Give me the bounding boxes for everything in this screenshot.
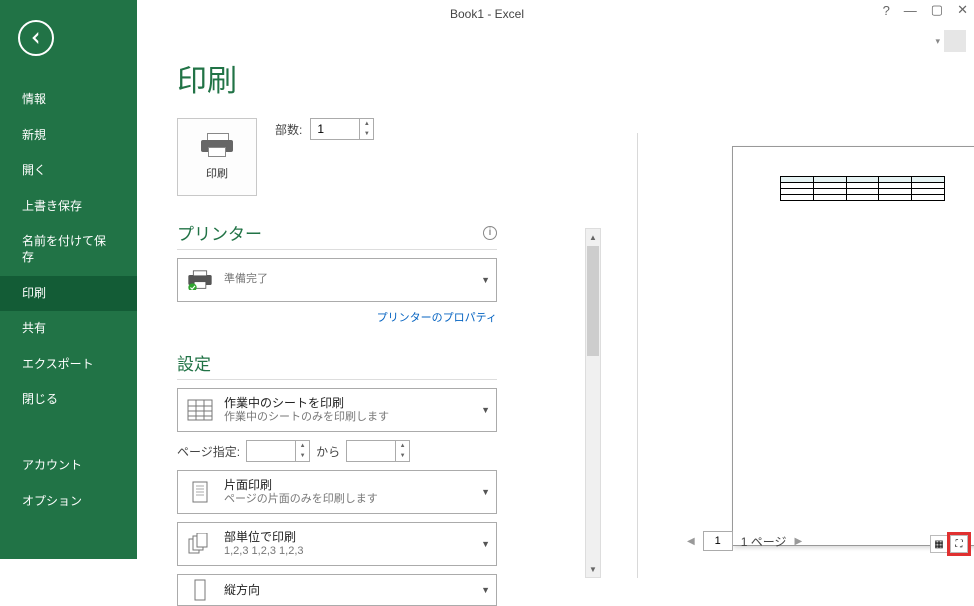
settings-scrollbar[interactable]: ▲ ▼	[585, 228, 601, 578]
nav-item-close[interactable]: 閉じる	[0, 382, 137, 418]
back-button[interactable]	[18, 20, 54, 56]
backstage-main: 印刷 印刷 部数: ▲ ▼ プリンター i	[137, 28, 974, 559]
collate-selector[interactable]: 部単位で印刷 1,2,3 1,2,3 1,2,3 ▼	[177, 522, 497, 566]
printer-status: 準備完了	[224, 273, 481, 286]
collate-icon	[184, 531, 216, 557]
scope-sub: 作業中のシートのみを印刷します	[224, 411, 481, 424]
range-to-up[interactable]: ▲	[396, 441, 409, 451]
range-from-spinner[interactable]: ▲▼	[246, 440, 310, 462]
printer-section-title: プリンター i	[177, 220, 497, 250]
nav-item-account[interactable]: アカウント	[0, 448, 137, 484]
chevron-down-icon: ▼	[481, 487, 490, 497]
range-to-spinner[interactable]: ▲▼	[346, 440, 410, 462]
info-icon[interactable]: i	[483, 226, 497, 240]
print-settings-panel: 印刷 部数: ▲ ▼ プリンター i	[177, 118, 497, 606]
copies-up[interactable]: ▲	[360, 119, 373, 129]
printer-properties-link[interactable]: プリンターのプロパティ	[377, 312, 497, 324]
print-button-label: 印刷	[206, 165, 228, 181]
chevron-down-icon: ▼	[481, 585, 490, 595]
duplex-sub: ページの片面のみを印刷します	[224, 493, 481, 506]
window-controls: ? — ▢ ✕	[883, 2, 968, 18]
minimize-button[interactable]: —	[904, 3, 917, 18]
show-margins-button[interactable]: ▦	[930, 535, 948, 553]
printer-selector[interactable]: 準備完了 ▼	[177, 258, 497, 302]
portrait-icon	[184, 577, 216, 603]
copies-spinner[interactable]: ▲ ▼	[310, 118, 374, 140]
copies-input[interactable]	[311, 119, 359, 139]
chevron-down-icon: ▼	[481, 539, 490, 549]
orientation-selector[interactable]: 縦方向 ▼	[177, 574, 497, 606]
nav-item-info[interactable]: 情報	[0, 82, 137, 118]
page-icon	[184, 479, 216, 505]
help-icon[interactable]: ?	[883, 3, 890, 18]
nav-list: 情報 新規 開く 上書き保存 名前を付けて保存 印刷 共有 エクスポート 閉じる…	[0, 82, 137, 519]
printer-section-label: プリンター	[177, 220, 262, 245]
printer-ready-icon	[184, 267, 216, 293]
chevron-down-icon: ▼	[481, 275, 490, 285]
copies-control: 部数: ▲ ▼	[275, 118, 374, 140]
range-to-label: から	[316, 443, 340, 460]
zoom-to-page-button[interactable]: ⛶	[950, 535, 968, 553]
range-to-down[interactable]: ▼	[396, 451, 409, 461]
nav-item-open[interactable]: 開く	[0, 153, 137, 189]
page-title: 印刷	[137, 28, 974, 100]
settings-section-title: 設定	[177, 350, 497, 380]
print-preview-page	[732, 146, 974, 546]
scope-title: 作業中のシートを印刷	[224, 396, 481, 410]
page-range-row: ページ指定: ▲▼ から ▲▼	[177, 440, 497, 462]
copies-label: 部数:	[275, 121, 302, 138]
sheet-icon	[184, 397, 216, 423]
range-from-up[interactable]: ▲	[296, 441, 309, 451]
page-of-label: 1 ページ	[741, 533, 787, 550]
window-title: Book1 - Excel	[0, 7, 974, 21]
duplex-title: 片面印刷	[224, 478, 481, 492]
range-from-down[interactable]: ▼	[296, 451, 309, 461]
scroll-down-button[interactable]: ▼	[586, 561, 600, 577]
collate-title: 部単位で印刷	[224, 530, 481, 544]
preview-page-nav: ◀ 1 ページ ▶	[687, 531, 802, 551]
nav-item-share[interactable]: 共有	[0, 311, 137, 347]
prev-page-button[interactable]: ◀	[687, 536, 695, 547]
maximize-button[interactable]: ▢	[931, 2, 943, 18]
range-to-input[interactable]	[347, 441, 395, 461]
backstage-sidebar: 情報 新規 開く 上書き保存 名前を付けて保存 印刷 共有 エクスポート 閉じる…	[0, 0, 137, 559]
settings-section-label: 設定	[177, 350, 211, 375]
nav-item-save[interactable]: 上書き保存	[0, 189, 137, 225]
range-from-input[interactable]	[247, 441, 295, 461]
print-scope-selector[interactable]: 作業中のシートを印刷 作業中のシートのみを印刷します ▼	[177, 388, 497, 432]
titlebar: Book1 - Excel ? — ▢ ✕	[0, 0, 974, 28]
collate-sub: 1,2,3 1,2,3 1,2,3	[224, 545, 481, 558]
scroll-thumb[interactable]	[587, 246, 599, 356]
printer-icon	[201, 133, 233, 157]
zoom-controls: ▦ ⛶	[930, 535, 968, 553]
nav-item-print[interactable]: 印刷	[0, 276, 137, 312]
duplex-selector[interactable]: 片面印刷 ページの片面のみを印刷します ▼	[177, 470, 497, 514]
preview-table	[780, 176, 945, 201]
arrow-left-icon	[27, 29, 45, 47]
next-page-button[interactable]: ▶	[794, 536, 802, 547]
nav-item-new[interactable]: 新規	[0, 118, 137, 154]
range-label: ページ指定:	[177, 443, 240, 460]
divider	[637, 133, 638, 578]
nav-item-export[interactable]: エクスポート	[0, 347, 137, 383]
copies-down[interactable]: ▼	[360, 129, 373, 139]
nav-item-saveas[interactable]: 名前を付けて保存	[0, 224, 137, 275]
scroll-up-button[interactable]: ▲	[586, 229, 600, 245]
page-number-input[interactable]	[703, 531, 733, 551]
print-button[interactable]: 印刷	[177, 118, 257, 196]
orientation-title: 縦方向	[224, 583, 481, 597]
chevron-down-icon: ▼	[481, 405, 490, 415]
close-button[interactable]: ✕	[957, 2, 968, 18]
nav-item-options[interactable]: オプション	[0, 484, 137, 520]
